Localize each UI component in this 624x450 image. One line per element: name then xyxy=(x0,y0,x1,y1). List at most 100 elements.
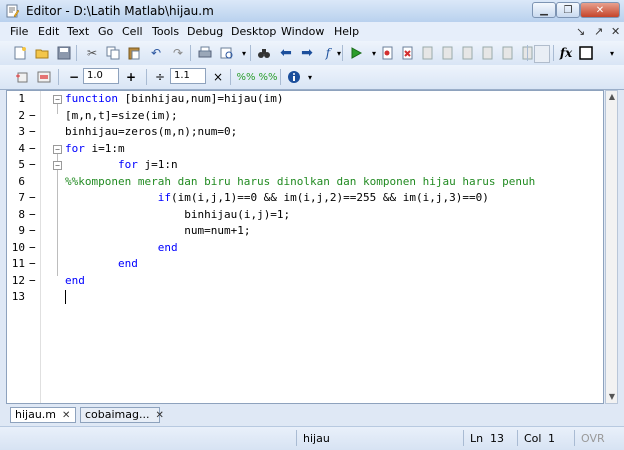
status-mode: OVR xyxy=(581,432,605,445)
find-files-icon[interactable] xyxy=(219,45,235,61)
scroll-down-icon[interactable]: ▼ xyxy=(607,392,617,402)
close-editor-icon[interactable]: ✕ xyxy=(611,25,620,38)
subtract-icon[interactable]: − xyxy=(66,69,82,85)
menu-help[interactable]: Help xyxy=(334,25,359,38)
undock-arrow-icon[interactable]: ↗ xyxy=(594,25,603,38)
print-icon[interactable] xyxy=(197,45,213,61)
fold-toggle-icon[interactable]: − xyxy=(53,161,62,170)
save-icon[interactable] xyxy=(56,45,72,61)
layout-icon[interactable] xyxy=(578,45,594,61)
new-file-icon[interactable] xyxy=(12,45,28,61)
paste-icon[interactable] xyxy=(126,45,142,61)
subtract-value-field[interactable]: 1.0 xyxy=(83,68,119,84)
cut-icon[interactable]: ✂ xyxy=(84,45,100,61)
code-line[interactable]: 13 xyxy=(7,289,603,305)
run-icon[interactable] xyxy=(348,45,364,61)
code-line[interactable]: 1 − function [binhijau,num]=hijau(im) xyxy=(7,91,603,107)
breakpoint-marker[interactable]: − xyxy=(29,157,36,173)
code-line[interactable]: 2− [m,n,t]=size(im); xyxy=(7,108,603,124)
text-cursor xyxy=(65,290,66,304)
add-icon[interactable]: + xyxy=(123,69,139,85)
minimize-button[interactable]: ▁ xyxy=(532,2,556,18)
breakpoint-marker[interactable]: − xyxy=(29,207,36,223)
menu-debug[interactable]: Debug xyxy=(187,25,223,38)
code-line[interactable]: 9− num=num+1; xyxy=(7,223,603,239)
clear-breakpoints-icon[interactable] xyxy=(400,45,416,61)
breakpoint-marker[interactable]: − xyxy=(29,256,36,272)
code-line[interactable]: 11− end xyxy=(7,256,603,272)
breakpoint-marker[interactable]: − xyxy=(29,273,36,289)
multiply-icon[interactable]: × xyxy=(210,69,226,85)
step-icon[interactable] xyxy=(420,45,436,61)
divide-value-field[interactable]: 1.1 xyxy=(170,68,206,84)
show-cell-titles-icon[interactable]: %% xyxy=(237,69,256,85)
code-token: binhijau(i,j)=1; xyxy=(184,207,291,221)
breakpoint-marker[interactable]: − xyxy=(29,240,36,256)
vertical-scrollbar[interactable]: ▲ ▼ xyxy=(605,90,618,404)
code-line[interactable]: 3− binhijau=zeros(m,n);num=0; xyxy=(7,124,603,140)
code-line[interactable]: 6 %%komponen merah dan biru harus dinolka… xyxy=(7,174,603,190)
insert-cell-icon[interactable] xyxy=(14,69,30,85)
menu-cell[interactable]: Cell xyxy=(122,25,143,38)
redo-icon[interactable]: ↷ xyxy=(170,45,186,61)
go-forward-icon[interactable]: ➡ xyxy=(299,45,315,61)
hide-cell-titles-icon[interactable]: %% xyxy=(259,69,278,85)
menu-file[interactable]: File xyxy=(10,25,28,38)
close-icon[interactable]: ✕ xyxy=(156,410,164,421)
undo-icon[interactable]: ↶ xyxy=(148,45,164,61)
chevron-down-icon[interactable]: ▾ xyxy=(604,45,620,61)
breakpoint-marker[interactable]: − xyxy=(29,223,36,239)
breakpoint-marker[interactable]: − xyxy=(29,108,36,124)
step-in-icon[interactable] xyxy=(440,45,456,61)
tab-label: hijau.m xyxy=(15,408,57,421)
code-line[interactable]: 12− end xyxy=(7,273,603,289)
code-line[interactable]: 5− − for j=1:n xyxy=(7,157,603,173)
menu-text[interactable]: Text xyxy=(67,25,89,38)
find-binoculars-icon[interactable] xyxy=(256,45,272,61)
breakpoint-marker[interactable]: − xyxy=(29,141,36,157)
info-icon[interactable] xyxy=(286,69,302,85)
dock-arrow-icon[interactable]: ↘ xyxy=(576,25,585,38)
close-button[interactable]: ✕ xyxy=(580,2,620,18)
chevron-down-icon[interactable]: ▾ xyxy=(331,45,347,61)
restore-button[interactable]: ❐ xyxy=(556,2,580,18)
code-editor[interactable]: 1− function [binhijau,num]=hijau(im) 2− [m,… xyxy=(6,90,604,404)
code-line[interactable]: 8− binhijau(i,j)=1; xyxy=(7,207,603,223)
line-number: 2 xyxy=(18,108,25,122)
go-back-icon[interactable]: ⬅ xyxy=(278,45,294,61)
line-number: 8 xyxy=(18,207,25,221)
fold-toggle-icon[interactable]: − xyxy=(53,144,62,154)
menu-edit[interactable]: Edit xyxy=(38,25,59,38)
scroll-up-icon[interactable]: ▲ xyxy=(607,92,617,102)
step-out-icon[interactable] xyxy=(460,45,476,61)
breakpoint-marker[interactable]: − xyxy=(29,124,36,140)
breakpoint-marker[interactable]: − xyxy=(29,190,36,206)
menu-tools[interactable]: Tools xyxy=(152,25,179,38)
code-token: binhijau=zeros(m,n);num=0; xyxy=(65,125,238,138)
set-breakpoint-icon[interactable] xyxy=(380,45,396,61)
exit-debug-icon[interactable] xyxy=(500,45,516,61)
line-number: 4 xyxy=(18,141,25,155)
close-icon[interactable]: ✕ xyxy=(62,410,70,421)
insert-function-icon[interactable]: fx xyxy=(558,45,574,61)
menu-desktop[interactable]: Desktop xyxy=(231,25,276,38)
status-col-value: 1 xyxy=(548,432,555,445)
tab-cobaimage[interactable]: cobaimag... ✕ xyxy=(80,407,164,423)
code-line[interactable]: 4− − for i=1:m xyxy=(7,141,603,157)
open-folder-icon[interactable] xyxy=(34,45,50,61)
evaluate-cell-icon[interactable] xyxy=(36,69,52,85)
code-line[interactable]: 10− end xyxy=(7,240,603,256)
copy-icon[interactable] xyxy=(105,45,121,61)
stack-dropdown[interactable] xyxy=(534,45,550,63)
code-text: if(im(i,j,1)==0 && im(i,j,2)==255 && im(… xyxy=(65,190,489,206)
continue-icon[interactable] xyxy=(480,45,496,61)
tab-hijau[interactable]: hijau.m ✕ xyxy=(10,407,76,423)
divide-icon[interactable]: ÷ xyxy=(152,69,168,85)
code-line[interactable]: 7− if(im(i,j,1)==0 && im(i,j,2)==255 && … xyxy=(7,190,603,206)
chevron-down-icon[interactable]: ▾ xyxy=(302,69,318,85)
menu-go[interactable]: Go xyxy=(98,25,113,38)
keyword: end xyxy=(117,257,138,270)
fold-toggle-icon[interactable]: − xyxy=(53,95,62,104)
keyword: if xyxy=(157,191,171,204)
menu-window[interactable]: Window xyxy=(281,25,324,38)
